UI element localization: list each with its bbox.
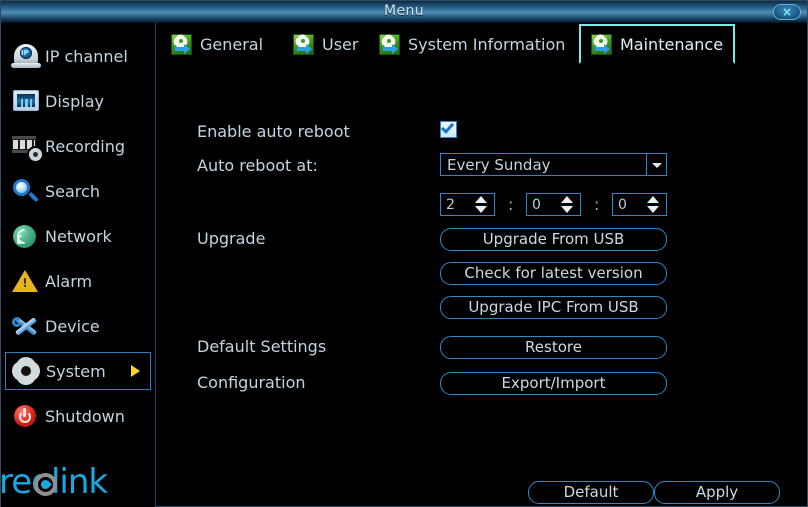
- reolink-logo: reolink: [1, 463, 153, 503]
- check-icon: [441, 120, 454, 134]
- close-button[interactable]: ×: [773, 4, 801, 20]
- tab-label: User: [322, 35, 358, 54]
- ip-camera-icon: IP: [9, 40, 43, 72]
- sidebar-item-recording[interactable]: Recording: [5, 127, 151, 165]
- chevron-down-icon[interactable]: [646, 154, 666, 175]
- reboot-schedule-value: Every Sunday: [447, 155, 551, 176]
- warning-icon: [9, 265, 43, 297]
- tab-general[interactable]: General: [161, 24, 273, 64]
- window-title: Menu: [1, 3, 807, 19]
- sidebar-item-device[interactable]: Device: [5, 307, 151, 345]
- maintenance-panel: Enable auto reboot Auto reboot at: Every…: [157, 64, 807, 507]
- tools-icon: [9, 310, 43, 342]
- gear-arrow-icon: [379, 34, 400, 55]
- upgrade-from-usb-button[interactable]: Upgrade From USB: [440, 228, 667, 251]
- gear-arrow-icon: [293, 34, 314, 55]
- sidebar-item-label: System: [46, 362, 106, 381]
- time-separator-1: :: [508, 195, 513, 214]
- enable-auto-reboot-label: Enable auto reboot: [197, 122, 350, 141]
- gear-arrow-icon: [171, 34, 192, 55]
- hour-decrement-icon[interactable]: [475, 206, 487, 213]
- sidebar-item-alarm[interactable]: Alarm: [5, 262, 151, 300]
- default-button[interactable]: Default: [528, 481, 654, 504]
- tab-maintenance[interactable]: Maintenance: [579, 24, 735, 64]
- tab-system-information[interactable]: System Information: [369, 24, 575, 64]
- upgrade-label: Upgrade: [197, 229, 265, 248]
- tab-label: Maintenance: [620, 35, 723, 54]
- second-value: 0: [618, 195, 627, 215]
- sidebar-item-label: Display: [45, 92, 104, 111]
- upgrade-ipc-from-usb-button[interactable]: Upgrade IPC From USB: [440, 296, 667, 319]
- second-stepper[interactable]: 0: [612, 193, 667, 216]
- configuration-label: Configuration: [197, 373, 306, 392]
- sidebar: IP IP channel Display Recording Search: [1, 23, 156, 507]
- chevron-right-icon: [131, 365, 140, 377]
- tab-label: General: [200, 35, 263, 54]
- sidebar-item-system[interactable]: System: [5, 352, 151, 390]
- menu-window: Menu × IP IP channel Display Recording: [0, 0, 808, 507]
- restore-button[interactable]: Restore: [440, 336, 667, 359]
- logo-mark-icon: [34, 473, 57, 496]
- auto-reboot-at-label: Auto reboot at:: [197, 156, 318, 175]
- minute-decrement-icon[interactable]: [561, 206, 573, 213]
- minute-value: 0: [532, 195, 541, 215]
- hour-value: 2: [446, 195, 455, 215]
- wifi-icon: [9, 220, 43, 252]
- film-gear-icon: [9, 130, 43, 162]
- default-settings-label: Default Settings: [197, 337, 326, 356]
- sidebar-item-label: Search: [45, 182, 100, 201]
- hour-stepper[interactable]: 2: [440, 193, 495, 216]
- minute-stepper[interactable]: 0: [526, 193, 581, 216]
- apply-button[interactable]: Apply: [654, 481, 780, 504]
- tab-bar: General User System Information Maintena…: [157, 24, 807, 64]
- sidebar-item-label: Shutdown: [45, 407, 125, 426]
- sidebar-item-label: Device: [45, 317, 100, 336]
- sidebar-item-label: Network: [45, 227, 112, 246]
- sidebar-item-label: Alarm: [45, 272, 92, 291]
- sidebar-item-search[interactable]: Search: [5, 172, 151, 210]
- close-icon: ×: [774, 4, 800, 20]
- title-bar: Menu ×: [1, 1, 807, 23]
- sidebar-item-network[interactable]: Network: [5, 217, 151, 255]
- check-latest-version-button[interactable]: Check for latest version: [440, 262, 667, 285]
- time-separator-2: :: [594, 195, 599, 214]
- sidebar-item-label: Recording: [45, 137, 125, 156]
- monitor-icon: [9, 85, 43, 117]
- minute-increment-icon[interactable]: [561, 196, 573, 203]
- tab-label: System Information: [408, 35, 565, 54]
- enable-auto-reboot-checkbox[interactable]: [440, 121, 457, 138]
- gear-icon: [10, 355, 44, 387]
- tab-user[interactable]: User: [283, 24, 368, 64]
- second-decrement-icon[interactable]: [647, 206, 659, 213]
- sidebar-item-ip-channel[interactable]: IP IP channel: [5, 37, 151, 75]
- export-import-button[interactable]: Export/Import: [440, 372, 667, 395]
- sidebar-item-shutdown[interactable]: Shutdown: [5, 397, 151, 435]
- sidebar-item-label: IP channel: [45, 47, 128, 66]
- reboot-schedule-select[interactable]: Every Sunday: [440, 153, 667, 176]
- power-icon: [9, 400, 43, 432]
- hour-increment-icon[interactable]: [475, 196, 487, 203]
- magnifier-icon: [9, 175, 43, 207]
- gear-arrow-icon: [591, 34, 612, 55]
- sidebar-item-display[interactable]: Display: [5, 82, 151, 120]
- second-increment-icon[interactable]: [647, 196, 659, 203]
